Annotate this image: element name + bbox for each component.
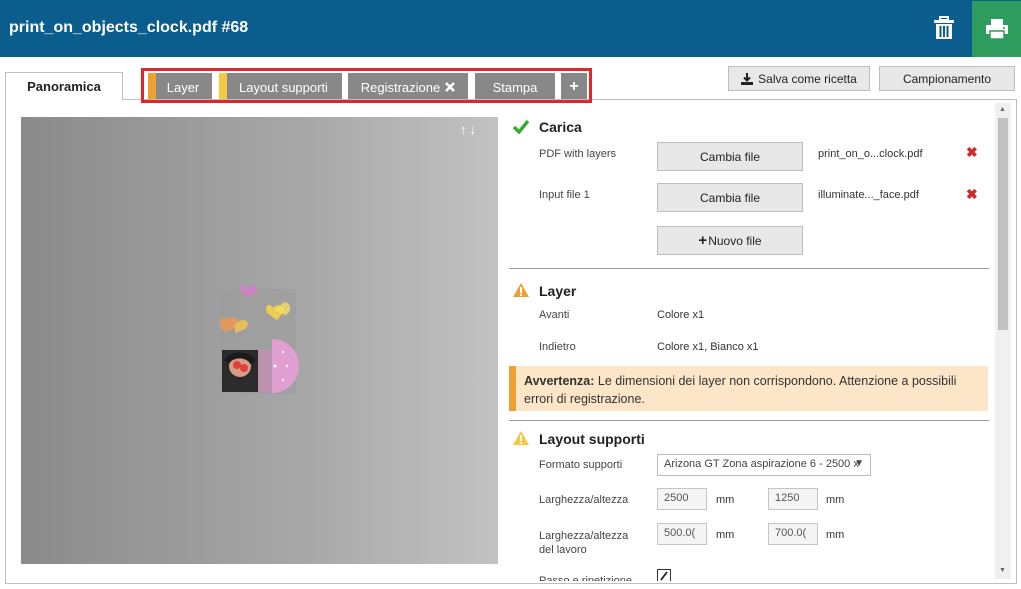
front-label: Avanti xyxy=(539,309,570,321)
unit-label: mm xyxy=(716,529,735,541)
job-width-field[interactable]: 500.0( xyxy=(657,523,707,545)
unit-label: mm xyxy=(826,494,845,506)
scrollbar-thumb[interactable] xyxy=(998,118,1008,330)
save-recipe-button[interactable]: Salva come ricetta xyxy=(728,66,870,91)
warning-icon xyxy=(513,431,529,445)
scroll-up-icon[interactable]: ▲ xyxy=(999,106,1006,113)
chevron-down-icon: ▼ xyxy=(854,458,864,469)
step-repeat-checkbox[interactable] xyxy=(657,569,671,581)
layer-title: Layer xyxy=(539,283,577,299)
arrow-down-icon[interactable]: ↓ xyxy=(470,122,477,137)
download-icon xyxy=(741,72,754,85)
pdf-layers-label: PDF with layers xyxy=(539,148,617,160)
scroll-down-icon[interactable]: ▼ xyxy=(999,567,1006,574)
print-button[interactable] xyxy=(972,1,1021,57)
back-label: Indietro xyxy=(539,341,576,353)
new-file-button[interactable]: + Nuovo file xyxy=(657,226,803,255)
check-icon xyxy=(660,571,668,581)
swap-arrows[interactable]: ↑ ↓ xyxy=(460,122,476,137)
check-icon xyxy=(513,120,529,134)
file-name: illuminate..._face.pdf xyxy=(818,189,919,201)
layer-warning: Avvertenza: Le dimensioni dei layer non … xyxy=(509,366,988,411)
plus-icon: + xyxy=(698,232,708,249)
remove-file-icon[interactable]: ✖ xyxy=(966,186,978,203)
job-height-field[interactable]: 700.0( xyxy=(768,523,818,545)
app-header: print_on_objects_clock.pdf #68 xyxy=(0,0,1021,57)
layout-title: Layout supporti xyxy=(539,431,645,447)
artwork-thumbnail xyxy=(220,285,299,394)
job-size-label: Larghezza/altezza del lavoro xyxy=(539,529,628,557)
save-recipe-label: Salva come ricetta xyxy=(758,71,857,86)
new-file-label: Nuovo file xyxy=(708,233,762,248)
warning-heading: Avvertenza: xyxy=(524,374,595,388)
input-file-label: Input file 1 xyxy=(539,189,590,201)
front-value: Colore x1 xyxy=(657,309,705,321)
change-file-button[interactable]: Cambia file xyxy=(657,142,803,171)
sampling-button[interactable]: Campionamento xyxy=(879,66,1015,91)
height-field[interactable]: 1250 xyxy=(768,488,818,510)
delete-button[interactable] xyxy=(925,8,963,48)
carica-title: Carica xyxy=(539,119,582,135)
remove-file-icon[interactable]: ✖ xyxy=(966,144,978,161)
job-size-label-line2: del lavoro xyxy=(539,544,587,556)
media-format-value: Arizona GT Zona aspirazione 6 - 2500 x xyxy=(664,458,859,470)
job-title: print_on_objects_clock.pdf #68 xyxy=(9,19,249,36)
step-repeat-label: Passo e ripetizione xyxy=(539,575,632,581)
print-icon xyxy=(985,19,1008,40)
back-value: Colore x1, Bianco x1 xyxy=(657,341,759,353)
section-divider xyxy=(509,268,989,269)
unit-label: mm xyxy=(826,529,845,541)
arrow-up-icon[interactable]: ↑ xyxy=(460,122,467,137)
warning-icon xyxy=(513,283,529,297)
media-format-label: Formato supporti xyxy=(539,459,623,471)
section-divider xyxy=(509,420,989,421)
job-size-label-line1: Larghezza/altezza xyxy=(539,530,629,542)
unit-label: mm xyxy=(716,494,735,506)
change-file-button[interactable]: Cambia file xyxy=(657,183,803,212)
tabs-highlight-box xyxy=(141,68,592,103)
print-preview[interactable] xyxy=(21,117,498,564)
tab-panoramica[interactable]: Panoramica xyxy=(5,72,123,100)
width-field[interactable]: 2500 xyxy=(657,488,707,510)
file-name: print_on_o...clock.pdf xyxy=(818,148,923,160)
media-format-select[interactable]: Arizona GT Zona aspirazione 6 - 2500 x ▼ xyxy=(657,454,871,476)
trash-icon xyxy=(934,16,954,39)
size-label: Larghezza/altezza xyxy=(539,494,629,506)
